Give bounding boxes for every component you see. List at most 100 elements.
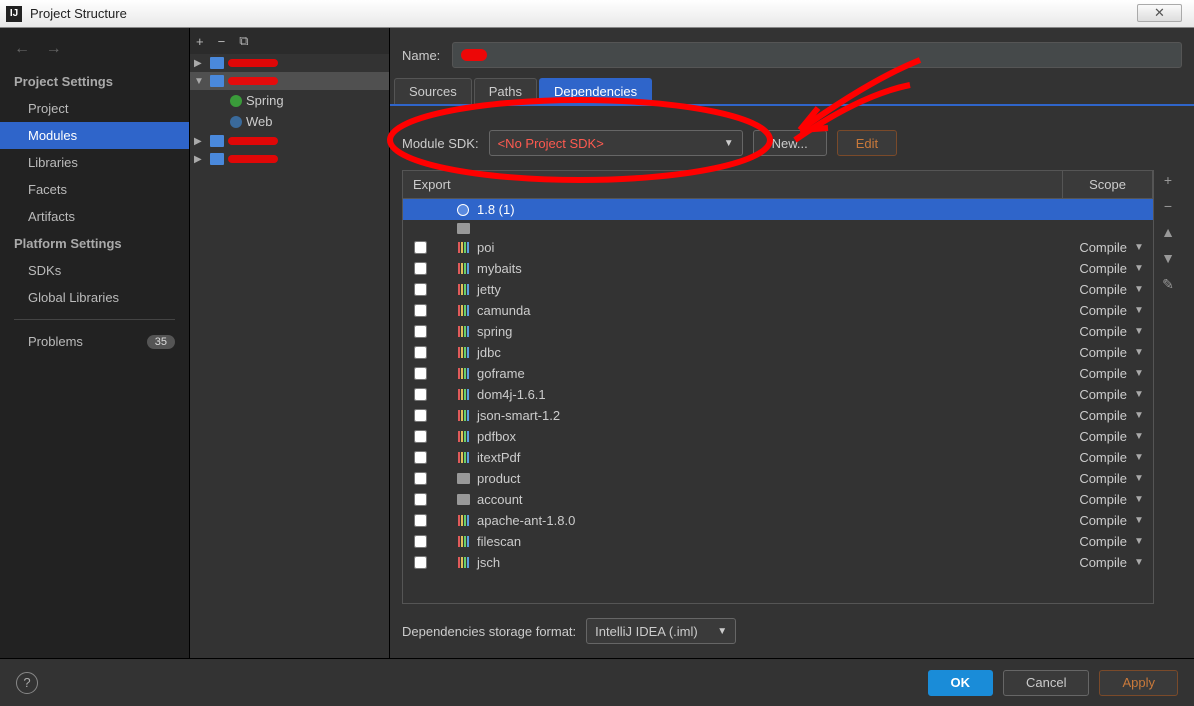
tree-copy-icon[interactable]: ⧉ — [239, 33, 248, 49]
dependency-scope[interactable]: Compile — [1049, 282, 1129, 297]
export-checkbox[interactable] — [414, 304, 427, 317]
dependency-scope[interactable]: Compile — [1049, 471, 1129, 486]
storage-combobox[interactable]: IntelliJ IDEA (.iml) ▼ — [586, 618, 736, 644]
dep-edit-icon[interactable]: ✎ — [1162, 276, 1174, 293]
module-sdk-combobox[interactable]: <No Project SDK> ▼ — [489, 130, 743, 156]
col-export[interactable]: Export — [403, 171, 1063, 198]
chevron-down-icon[interactable]: ▼ — [1129, 557, 1149, 568]
chevron-down-icon[interactable]: ▼ — [1129, 284, 1149, 295]
nav-item-artifacts[interactable]: Artifacts — [0, 203, 189, 230]
expand-arrow-icon[interactable]: ▼ — [194, 76, 206, 87]
dependency-scope[interactable]: Compile — [1049, 492, 1129, 507]
export-checkbox[interactable] — [414, 514, 427, 527]
dependency-row[interactable]: camundaCompile▼ — [403, 300, 1153, 321]
dep-remove-icon[interactable]: − — [1164, 198, 1172, 214]
dependency-row[interactable]: springCompile▼ — [403, 321, 1153, 342]
tree-add-icon[interactable]: + — [196, 34, 204, 49]
export-checkbox[interactable] — [414, 556, 427, 569]
dependency-row[interactable]: mybaitsCompile▼ — [403, 258, 1153, 279]
dependency-scope[interactable]: Compile — [1049, 555, 1129, 570]
export-checkbox[interactable] — [414, 493, 427, 506]
apply-button[interactable]: Apply — [1099, 670, 1178, 696]
tree-remove-icon[interactable]: − — [218, 34, 226, 49]
export-checkbox[interactable] — [414, 241, 427, 254]
dependency-row[interactable]: dom4j-1.6.1Compile▼ — [403, 384, 1153, 405]
export-checkbox[interactable] — [414, 367, 427, 380]
dependency-row[interactable]: goframeCompile▼ — [403, 363, 1153, 384]
expand-arrow-icon[interactable]: ▶ — [194, 58, 206, 69]
tree-module[interactable]: ▼ — [190, 72, 389, 90]
chevron-down-icon[interactable]: ▼ — [1129, 410, 1149, 421]
chevron-down-icon[interactable]: ▼ — [1129, 536, 1149, 547]
tab-paths[interactable]: Paths — [474, 78, 537, 104]
chevron-down-icon[interactable]: ▼ — [1129, 494, 1149, 505]
tab-dependencies[interactable]: Dependencies — [539, 78, 652, 104]
dependency-row[interactable]: productCompile▼ — [403, 468, 1153, 489]
expand-arrow-icon[interactable]: ▶ — [194, 154, 206, 165]
dependency-row[interactable]: poiCompile▼ — [403, 237, 1153, 258]
tree-module[interactable]: ▶ — [190, 132, 389, 150]
tree-module[interactable]: ▶ — [190, 150, 389, 168]
nav-item-modules[interactable]: Modules — [0, 122, 189, 149]
expand-arrow-icon[interactable]: ▶ — [194, 136, 206, 147]
dep-up-icon[interactable]: ▲ — [1161, 224, 1175, 240]
chevron-down-icon[interactable]: ▼ — [1129, 368, 1149, 379]
chevron-down-icon[interactable]: ▼ — [1129, 305, 1149, 316]
col-scope[interactable]: Scope — [1063, 171, 1153, 198]
dependency-row[interactable]: apache-ant-1.8.0Compile▼ — [403, 510, 1153, 531]
dependency-scope[interactable]: Compile — [1049, 366, 1129, 381]
dependency-row[interactable]: jschCompile▼ — [403, 552, 1153, 573]
dependency-row[interactable] — [403, 220, 1153, 237]
tree-facet-web[interactable]: Web — [190, 111, 389, 132]
dependency-scope[interactable]: Compile — [1049, 303, 1129, 318]
chevron-down-icon[interactable]: ▼ — [1129, 389, 1149, 400]
window-close-button[interactable]: ✕ — [1137, 4, 1182, 22]
nav-item-facets[interactable]: Facets — [0, 176, 189, 203]
dependency-row[interactable]: jdbcCompile▼ — [403, 342, 1153, 363]
tree-facet-spring[interactable]: Spring — [190, 90, 389, 111]
dep-down-icon[interactable]: ▼ — [1161, 250, 1175, 266]
nav-item-global libraries[interactable]: Global Libraries — [0, 284, 189, 311]
export-checkbox[interactable] — [414, 451, 427, 464]
export-checkbox[interactable] — [414, 409, 427, 422]
nav-forward-icon[interactable]: → — [46, 40, 62, 57]
dependency-scope[interactable]: Compile — [1049, 450, 1129, 465]
dependency-scope[interactable]: Compile — [1049, 240, 1129, 255]
export-checkbox[interactable] — [414, 388, 427, 401]
dependency-scope[interactable]: Compile — [1049, 324, 1129, 339]
nav-problems[interactable]: Problems 35 — [0, 328, 189, 355]
dependency-row[interactable]: accountCompile▼ — [403, 489, 1153, 510]
export-checkbox[interactable] — [414, 430, 427, 443]
export-checkbox[interactable] — [414, 535, 427, 548]
chevron-down-icon[interactable]: ▼ — [1129, 326, 1149, 337]
dependency-scope[interactable]: Compile — [1049, 513, 1129, 528]
export-checkbox[interactable] — [414, 325, 427, 338]
chevron-down-icon[interactable]: ▼ — [1129, 473, 1149, 484]
chevron-down-icon[interactable]: ▼ — [1129, 431, 1149, 442]
nav-item-sdks[interactable]: SDKs — [0, 257, 189, 284]
sdk-edit-button[interactable]: Edit — [837, 130, 897, 156]
dependency-scope[interactable]: Compile — [1049, 534, 1129, 549]
export-checkbox[interactable] — [414, 346, 427, 359]
chevron-down-icon[interactable]: ▼ — [1129, 347, 1149, 358]
chevron-down-icon[interactable]: ▼ — [1129, 263, 1149, 274]
dependency-scope[interactable]: Compile — [1049, 261, 1129, 276]
dep-add-icon[interactable]: + — [1164, 172, 1172, 188]
dependency-scope[interactable]: Compile — [1049, 345, 1129, 360]
tree-module[interactable]: ▶ — [190, 54, 389, 72]
ok-button[interactable]: OK — [928, 670, 994, 696]
help-button[interactable]: ? — [16, 672, 38, 694]
tab-sources[interactable]: Sources — [394, 78, 472, 104]
dependency-scope[interactable]: Compile — [1049, 387, 1129, 402]
dependency-row[interactable]: jettyCompile▼ — [403, 279, 1153, 300]
nav-item-project[interactable]: Project — [0, 95, 189, 122]
nav-back-icon[interactable]: ← — [14, 40, 30, 57]
chevron-down-icon[interactable]: ▼ — [1129, 515, 1149, 526]
module-name-input[interactable] — [452, 42, 1182, 68]
dependency-scope[interactable]: Compile — [1049, 408, 1129, 423]
nav-item-libraries[interactable]: Libraries — [0, 149, 189, 176]
dependencies-body[interactable]: 1.8 (1) poiCompile▼mybaitsCompile▼jettyCo… — [403, 199, 1153, 603]
dependency-row[interactable]: pdfboxCompile▼ — [403, 426, 1153, 447]
export-checkbox[interactable] — [414, 283, 427, 296]
dependency-row[interactable]: 1.8 (1) — [403, 199, 1153, 220]
